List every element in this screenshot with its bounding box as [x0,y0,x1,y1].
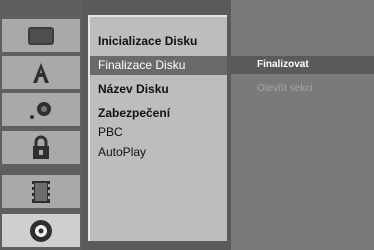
language-icon [29,61,53,85]
disc-menu-list: Inicializace Disku Finalizace Disku Náze… [88,15,227,241]
disc-setup-screen: Inicializace Disku Finalizace Disku Náze… [0,0,374,250]
disc-icon [28,218,54,244]
menu-item-autoplay[interactable]: AutoPlay [90,143,227,162]
disc-menu-panel: Inicializace Disku Finalizace Disku Náze… [83,0,231,250]
menu-item-disc-name[interactable]: Název Disku [90,80,227,99]
sidebar [0,0,83,250]
menu-item-pbc[interactable]: PBC [90,123,227,142]
sidebar-item-lock[interactable] [2,131,80,164]
sidebar-item-display[interactable] [2,19,80,52]
display-setup-icon [27,26,55,46]
sidebar-item-language[interactable] [2,56,80,89]
audio-icon [28,99,54,121]
lock-icon [30,135,52,161]
menu-item-finalize-disc[interactable]: Finalizace Disku [90,56,227,75]
submenu-item-finalize[interactable]: Finalizovat [231,56,374,74]
menu-item-protection[interactable]: Zabezpečení [90,104,227,123]
finalize-submenu: Finalizovat Otevřít sekci [231,0,374,250]
submenu-item-open-session[interactable]: Otevřít sekci [231,80,374,98]
sidebar-item-recording[interactable] [2,175,80,208]
menu-item-initialize-disc[interactable]: Inicializace Disku [90,32,227,51]
sidebar-item-audio[interactable] [2,93,80,126]
recording-icon [30,180,52,204]
sidebar-item-disc[interactable] [2,214,80,247]
